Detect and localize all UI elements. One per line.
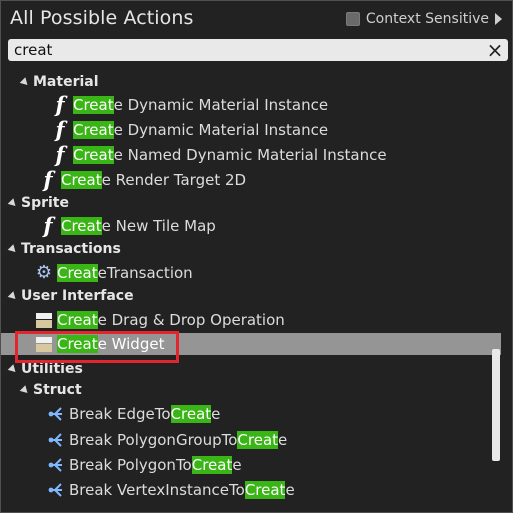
category-label: Sprite [21, 195, 69, 211]
action-label-suffix: e Named Dynamic Material Instance [113, 146, 387, 164]
category-header[interactable]: Material [1, 71, 501, 93]
search-match-highlight: Creat [61, 171, 102, 189]
gear-icon: ⚙ [35, 262, 53, 283]
search-input[interactable]: creat [14, 41, 52, 59]
search-match-highlight: Creat [57, 311, 98, 329]
action-item[interactable]: f Creat e Render Target 2D [1, 169, 501, 191]
function-icon: f [55, 92, 65, 117]
action-item[interactable]: Break PolygonTo Creat e [1, 454, 501, 476]
expand-arrow-icon[interactable] [495, 13, 502, 25]
category-label: Transactions [21, 241, 121, 257]
break-struct-icon [47, 405, 65, 423]
action-label-suffix: e Dynamic Material Instance [113, 96, 329, 114]
search-match-highlight: Creat [237, 431, 279, 449]
category-header[interactable]: Struct [1, 379, 501, 401]
search-match-highlight: Creat [73, 121, 114, 139]
action-label-suffix: e [285, 481, 295, 499]
action-label-prefix: Break EdgeTo [69, 405, 171, 423]
collapse-triangle-icon[interactable] [7, 197, 19, 209]
category-header[interactable]: User Interface [1, 285, 497, 307]
action-label-suffix: e [232, 456, 242, 474]
action-item[interactable]: f Creat e Named Dynamic Material Instance [1, 144, 501, 166]
action-label-prefix: Break PolygonTo [69, 456, 192, 474]
collapse-triangle-icon[interactable] [19, 384, 31, 396]
function-icon: f [55, 142, 65, 167]
search-field[interactable]: creat × [8, 39, 508, 61]
action-label-suffix: e Dynamic Material Instance [113, 121, 329, 139]
action-label-suffix: e [278, 431, 288, 449]
scrollbar-thumb[interactable] [492, 349, 500, 461]
function-icon: f [43, 213, 53, 238]
action-item[interactable]: f Creat e New Tile Map [1, 215, 501, 237]
category-header[interactable]: Sprite [1, 192, 497, 214]
break-struct-icon [47, 481, 65, 499]
search-match-highlight: Creat [244, 481, 286, 499]
selection-highlight-box [15, 331, 179, 363]
action-item[interactable]: Break EdgeTo Creat e [1, 403, 501, 425]
action-label-prefix: Break VertexInstanceTo [69, 481, 245, 499]
collapse-triangle-icon[interactable] [7, 243, 19, 255]
action-item[interactable]: Creat e Drag & Drop Operation [1, 309, 501, 331]
search-match-highlight: Creat [73, 146, 114, 164]
context-sensitive-toggle[interactable]: Context Sensitive [345, 11, 502, 27]
category-label: User Interface [21, 288, 134, 304]
action-item[interactable]: ⚙ Creat eTransaction [1, 262, 501, 284]
clear-search-icon[interactable]: × [485, 40, 505, 60]
search-match-highlight: Creat [57, 264, 98, 282]
search-match-highlight: Creat [61, 217, 102, 235]
action-item[interactable]: Break PolygonGroupTo Creat e [1, 429, 501, 451]
action-label-suffix: eTransaction [97, 264, 193, 282]
break-struct-icon [47, 456, 65, 474]
action-label-suffix: e Render Target 2D [101, 171, 247, 189]
collapse-triangle-icon[interactable] [7, 363, 19, 375]
action-label-suffix: e New Tile Map [101, 217, 216, 235]
category-header[interactable]: Transactions [1, 238, 497, 260]
break-struct-icon [47, 431, 65, 449]
widget-icon [35, 311, 53, 329]
category-label: Utilities [21, 361, 83, 377]
collapse-triangle-icon[interactable] [7, 290, 19, 302]
category-label: Struct [33, 382, 82, 398]
search-match-highlight: Creat [191, 456, 233, 474]
action-label-suffix: e [211, 405, 221, 423]
action-menu-panel: All Possible Actions Context Sensitive c… [0, 0, 513, 513]
search-match-highlight: Creat [73, 96, 114, 114]
category-label: Material [33, 74, 99, 90]
action-label-suffix: e Drag & Drop Operation [97, 311, 285, 329]
action-item[interactable]: f Creat e Dynamic Material Instance [1, 119, 501, 141]
context-sensitive-checkbox[interactable] [345, 12, 360, 26]
context-sensitive-label: Context Sensitive [365, 11, 489, 27]
panel-title: All Possible Actions [10, 7, 194, 29]
function-icon: f [43, 167, 53, 192]
collapse-triangle-icon[interactable] [19, 76, 31, 88]
function-icon: f [55, 117, 65, 142]
action-label-prefix: Break PolygonGroupTo [69, 431, 238, 449]
action-list: Material f Creat e Dynamic Material Instanc… [1, 63, 501, 511]
action-item[interactable]: f Creat e Dynamic Material Instance [1, 94, 501, 116]
search-match-highlight: Creat [170, 405, 212, 423]
action-item[interactable]: Break VertexInstanceTo Creat e [1, 479, 501, 501]
